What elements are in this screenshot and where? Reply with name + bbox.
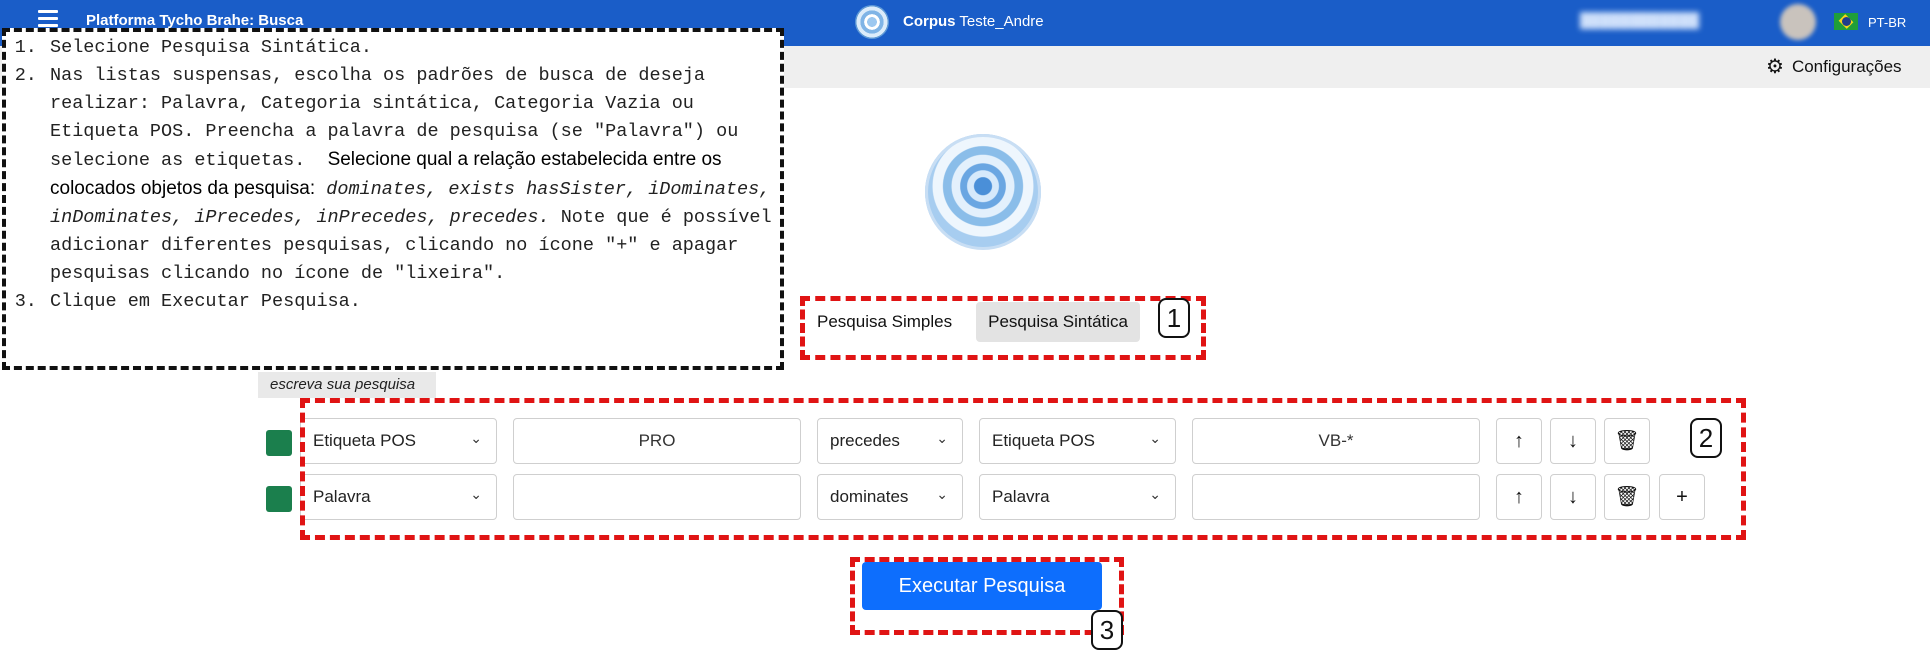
language-selector[interactable]: PT-BR xyxy=(1868,15,1906,30)
callout-box-3 xyxy=(850,557,1124,635)
callout-box-2 xyxy=(300,398,1746,540)
corpus-logo-icon xyxy=(855,5,889,39)
instructions-panel: Selecione Pesquisa Sintática. Nas listas… xyxy=(2,28,784,370)
query-label: escreva sua pesquisa xyxy=(258,372,436,398)
instruction-step-2: Nas listas suspensas, escolha os padrões… xyxy=(48,62,776,288)
row-color-swatch[interactable] xyxy=(266,486,292,512)
row-color-swatch[interactable] xyxy=(266,430,292,456)
instruction-step-1: Selecione Pesquisa Sintática. xyxy=(48,34,776,62)
corpus-prefix: Corpus xyxy=(903,13,956,30)
settings-button[interactable]: ⚙ Configurações xyxy=(1766,57,1902,77)
gear-icon: ⚙ xyxy=(1766,56,1784,78)
corpus-name: Teste_Andre xyxy=(959,13,1044,30)
user-avatar[interactable] xyxy=(1780,4,1816,40)
instruction-step-3: Clique em Executar Pesquisa. xyxy=(48,288,776,316)
hamburger-menu-icon[interactable] xyxy=(38,10,58,28)
corpus-label: Corpus Teste_Andre xyxy=(903,13,1044,30)
callout-badge-2: 2 xyxy=(1690,418,1722,458)
app-title: Platforma Tycho Brahe: Busca xyxy=(86,12,304,29)
user-name-blurred[interactable]: ████████████ xyxy=(1580,12,1699,28)
settings-label: Configurações xyxy=(1791,57,1902,76)
callout-box-1 xyxy=(800,296,1206,360)
instructions-list: Selecione Pesquisa Sintática. Nas listas… xyxy=(6,34,776,316)
callout-badge-3: 3 xyxy=(1091,610,1123,650)
brazil-flag-icon[interactable] xyxy=(1834,13,1858,30)
tycho-brahe-logo xyxy=(925,134,1041,250)
callout-badge-1: 1 xyxy=(1158,298,1190,338)
